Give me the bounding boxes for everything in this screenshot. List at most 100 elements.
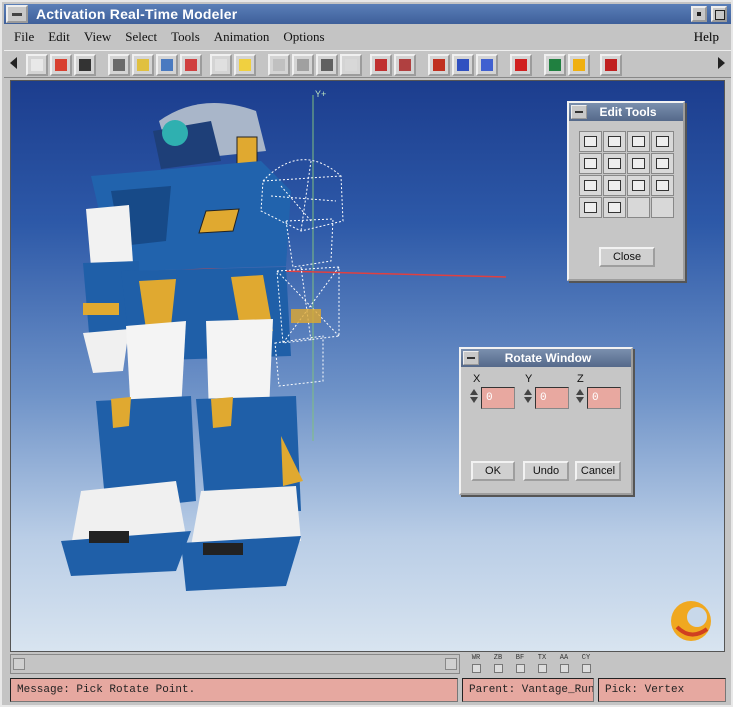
x-rotation-input[interactable]: 0 (481, 387, 515, 409)
list-icon[interactable] (370, 54, 392, 76)
flag-checkbox[interactable] (471, 664, 481, 673)
x-stepper[interactable] (469, 387, 479, 409)
status-parent: Parent: Vantage_Run. (462, 678, 594, 702)
sphere-icon[interactable] (234, 54, 256, 76)
list-icon-glyph (375, 59, 387, 71)
flag-checkbox[interactable] (515, 664, 525, 673)
list-alt-icon[interactable] (394, 54, 416, 76)
edit-tool-3-1[interactable] (603, 197, 626, 218)
menu-help[interactable]: Help (694, 29, 719, 45)
flag-cy[interactable]: CY (574, 654, 598, 673)
z-rotation-input[interactable]: 0 (587, 387, 621, 409)
flag-wr[interactable]: WR (464, 654, 488, 673)
app-window: Activation Real-Time Modeler File Edit V… (0, 0, 733, 707)
window-title: Activation Real-Time Modeler (36, 6, 238, 22)
cube-red-icon-glyph (433, 59, 445, 71)
edit-tool-2-2[interactable] (627, 175, 650, 196)
delete-icon[interactable] (180, 54, 202, 76)
flag-zb[interactable]: ZB (486, 654, 510, 673)
edit-tool-icon (584, 180, 597, 191)
x-down-icon[interactable] (470, 397, 478, 403)
scroll-right-icon[interactable] (445, 658, 457, 670)
window-menu-button[interactable] (6, 5, 28, 23)
edit-tool-0-3[interactable] (651, 131, 674, 152)
edit-tool-2-0[interactable] (579, 175, 602, 196)
cube-red-icon[interactable] (428, 54, 450, 76)
flag-checkbox[interactable] (581, 664, 591, 673)
rotate-icon-glyph (297, 59, 309, 71)
edit-tool-3-0[interactable] (579, 197, 602, 218)
menu-edit[interactable]: Edit (48, 29, 70, 45)
edit-tool-icon (608, 180, 621, 191)
menu-tools[interactable]: Tools (171, 29, 200, 45)
flag-checkbox[interactable] (493, 664, 503, 673)
cut-icon[interactable] (108, 54, 130, 76)
pointer-icon[interactable] (510, 54, 532, 76)
x-up-icon[interactable] (470, 389, 478, 395)
new-file-icon[interactable] (26, 54, 48, 76)
green-mode-icon[interactable] (544, 54, 566, 76)
scroll-left-icon[interactable] (13, 658, 25, 670)
edit-tool-2-1[interactable] (603, 175, 626, 196)
y-rotation-input[interactable]: 0 (535, 387, 569, 409)
edit-tool-1-3[interactable] (651, 153, 674, 174)
menu-view[interactable]: View (84, 29, 111, 45)
maximize-button[interactable] (711, 6, 727, 22)
robot-model (61, 103, 344, 591)
menu-select[interactable]: Select (125, 29, 157, 45)
edit-tool-0-1[interactable] (603, 131, 626, 152)
edit-tool-2-3[interactable] (651, 175, 674, 196)
minimize-button[interactable] (691, 6, 707, 22)
menu-file[interactable]: File (14, 29, 34, 45)
cancel-button[interactable]: Cancel (575, 461, 621, 481)
move-icon[interactable] (268, 54, 290, 76)
menu-options[interactable]: Options (283, 29, 324, 45)
menu-animation[interactable]: Animation (214, 29, 270, 45)
z-up-icon[interactable] (576, 389, 584, 395)
flag-checkbox[interactable] (537, 664, 547, 673)
flag-bf[interactable]: BF (508, 654, 532, 673)
plane-icon[interactable] (476, 54, 498, 76)
scale-icon[interactable] (316, 54, 338, 76)
flag-label: TX (537, 654, 547, 662)
z-axis-field-label: Z (577, 373, 584, 385)
cube-blue-icon[interactable] (452, 54, 474, 76)
flag-checkbox[interactable] (559, 664, 569, 673)
red-mode-icon[interactable] (600, 54, 622, 76)
save-icon[interactable] (74, 54, 96, 76)
y-down-icon[interactable] (524, 397, 532, 403)
list-alt-icon-glyph (399, 59, 411, 71)
edit-tool-1-0[interactable] (579, 153, 602, 174)
ok-button[interactable]: OK (471, 461, 515, 481)
z-down-icon[interactable] (576, 397, 584, 403)
flag-tx[interactable]: TX (530, 654, 554, 673)
y-axis-field-label: Y (525, 373, 533, 385)
paste-icon-glyph (137, 59, 149, 71)
rotate-window-dialog: Rotate Window X Y Z 0 0 0 OK Undo Cancel (459, 347, 633, 495)
edit-tool-1-2[interactable] (627, 153, 650, 174)
open-icon[interactable] (50, 54, 72, 76)
edit-tool-0-2[interactable] (627, 131, 650, 152)
rotate-icon[interactable] (292, 54, 314, 76)
edit-tool-1-1[interactable] (603, 153, 626, 174)
y-up-icon[interactable] (524, 389, 532, 395)
3d-viewport[interactable]: Y+ Edit Tools Close Rotate Window X Y Z … (10, 80, 725, 652)
grid-icon[interactable] (210, 54, 232, 76)
undo-button[interactable]: Undo (523, 461, 569, 481)
paste-icon[interactable] (132, 54, 154, 76)
edit-tool-0-0[interactable] (579, 131, 602, 152)
yellow-mode-icon[interactable] (568, 54, 590, 76)
horizontal-scrollbar[interactable] (10, 654, 460, 674)
edit-tool-icon (608, 158, 621, 169)
toolbar (4, 50, 731, 78)
edit-tools-menu-button[interactable] (571, 105, 587, 119)
home-icon[interactable] (340, 54, 362, 76)
z-stepper[interactable] (575, 387, 585, 409)
rotate-window-menu-button[interactable] (463, 351, 479, 365)
flag-aa[interactable]: AA (552, 654, 576, 673)
toolbar-scroll-left-icon[interactable] (10, 57, 17, 69)
edit-tools-close-button[interactable]: Close (599, 247, 655, 267)
toolbar-scroll-right-icon[interactable] (718, 57, 725, 69)
copy-icon[interactable] (156, 54, 178, 76)
y-stepper[interactable] (523, 387, 533, 409)
